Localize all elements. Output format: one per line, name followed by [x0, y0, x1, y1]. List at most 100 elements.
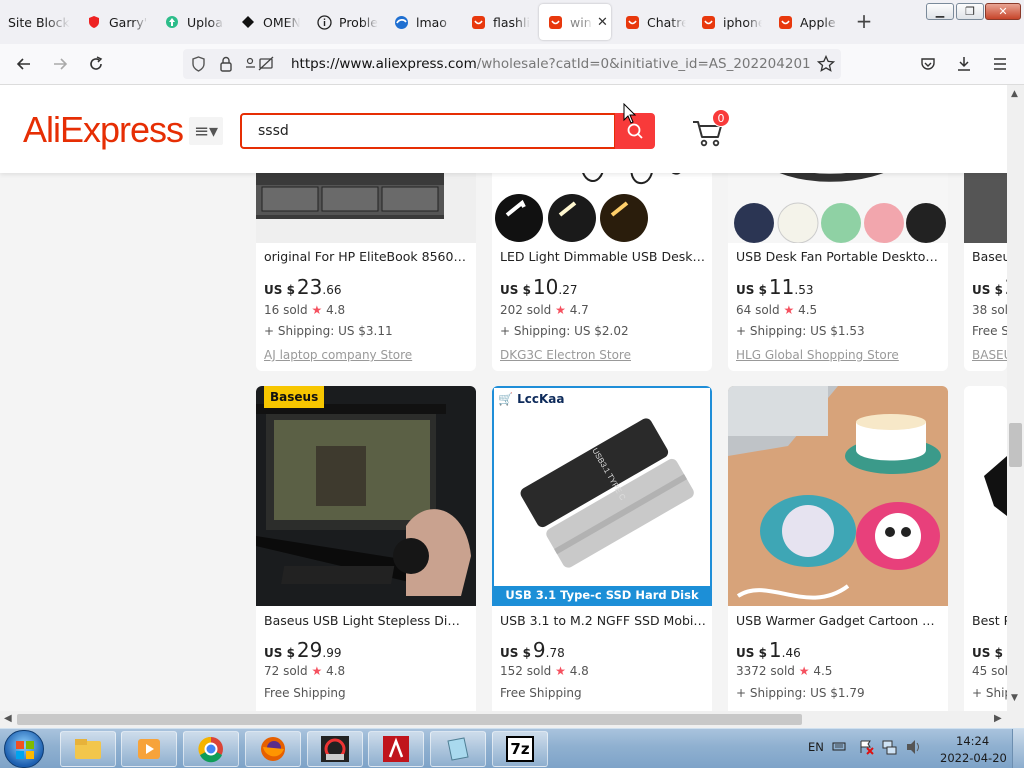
product-card[interactable]: USB Warmer Gadget Cartoon Silic... US $1… [728, 386, 948, 711]
search-input[interactable]: sssd [240, 113, 616, 149]
product-card[interactable]: USB Desk Fan Portable Desktop Ta... US $… [728, 145, 948, 371]
mouse-cursor-icon [623, 103, 637, 124]
vertical-scroll-thumb[interactable] [1009, 423, 1022, 467]
price-decimal: .78 [545, 646, 565, 660]
product-card[interactable]: Baseu US $2 38 sol Free S BASEU [964, 145, 1007, 371]
product-card[interactable]: LED Light Dimmable USB Desk La... US $10… [492, 145, 712, 371]
price-currency: US $ [736, 283, 767, 297]
tab-upload[interactable]: Upload [164, 4, 224, 40]
aliexpress-logo[interactable]: AliExpress [23, 109, 184, 151]
forward-arrow-icon[interactable] [48, 52, 72, 76]
action-center-flag-icon[interactable] [858, 739, 874, 755]
product-card[interactable]: Baseus Baseus USB Light Stepless Dimmin.… [256, 386, 476, 711]
sold-count: 45 sol [972, 664, 1007, 678]
tab-apple[interactable]: Apple [777, 4, 839, 40]
scroll-right-icon[interactable]: ▶ [994, 713, 1002, 724]
permissions-icon[interactable] [245, 56, 275, 72]
volume-icon[interactable] [905, 739, 923, 755]
store-link[interactable]: AJ laptop company Store [264, 348, 474, 362]
pocket-icon[interactable] [916, 52, 940, 76]
product-image[interactable] [964, 386, 1007, 606]
shipping-info: + Shipping: US $1.79 [736, 686, 865, 700]
close-window-button[interactable]: ✕ [985, 3, 1021, 20]
horizontal-scrollbar[interactable]: ◀ ▶ [0, 711, 1024, 728]
tracking-shield-icon[interactable] [191, 56, 206, 72]
product-image[interactable] [728, 386, 948, 606]
shipping-info: Free S [972, 324, 1007, 338]
app-b-icon[interactable] [368, 731, 424, 767]
app-a-icon[interactable] [307, 731, 363, 767]
maximize-button[interactable]: ❐ [956, 3, 984, 20]
product-title[interactable]: Baseu [972, 249, 1007, 264]
product-title[interactable]: Best P [972, 613, 1007, 628]
firefox-icon[interactable] [245, 731, 301, 767]
chrome-icon[interactable] [183, 731, 239, 767]
url-path: /wholesale?catId=0&initiative_id=AS_2022… [476, 56, 811, 72]
hamburger-menu-icon[interactable] [988, 52, 1012, 76]
rating: 4.8 [326, 303, 346, 317]
reload-icon[interactable] [84, 52, 108, 76]
tab-flashlight[interactable]: flashlight [470, 4, 530, 40]
back-arrow-icon[interactable] [12, 52, 36, 76]
keyboard-icon[interactable] [832, 739, 846, 753]
address-bar[interactable]: https://www.aliexpress.com/wholesale?cat… [183, 49, 841, 79]
clock-time[interactable]: 14:24 [956, 734, 989, 748]
close-tab-icon[interactable]: ✕ [597, 15, 611, 30]
category-menu-icon[interactable]: ≡▾ [189, 117, 223, 145]
product-title[interactable]: original For HP EliteBook 8560W to... [264, 249, 470, 264]
scroll-up-icon[interactable]: ▲ [1011, 89, 1018, 99]
price-decimal: .99 [322, 646, 342, 660]
product-image[interactable]: 🛒 LccKaa USB3.1 TYPE C USB 3.1 Type-c SS… [492, 386, 712, 606]
file-explorer-icon[interactable] [60, 731, 116, 767]
new-tab-button[interactable]: + [854, 10, 874, 32]
horizontal-scroll-thumb[interactable] [17, 714, 802, 725]
tab-garrys[interactable]: Garry's [86, 4, 148, 40]
product-title[interactable]: Baseus USB Light Stepless Dimmin... [264, 613, 470, 628]
product-title[interactable]: USB 3.1 to M.2 NGFF SSD Mobile H... [500, 613, 706, 628]
scroll-down-icon[interactable]: ▼ [1011, 693, 1018, 703]
store-link[interactable]: HLG Global Shopping Store [736, 348, 946, 362]
shipping-info: + Shipping: US $3.11 [264, 324, 393, 338]
url-host: https://www.aliexpress.com [291, 56, 477, 72]
product-title[interactable]: USB Desk Fan Portable Desktop Ta... [736, 249, 942, 264]
clock-date[interactable]: 2022-04-20 [940, 751, 1007, 765]
sold-count: 38 sol [972, 303, 1007, 317]
show-desktop-button[interactable] [1012, 729, 1024, 768]
product-meta: 152 sold ★ 4.8 [500, 664, 589, 678]
url-text[interactable]: https://www.aliexpress.com/wholesale?cat… [291, 56, 811, 72]
tab-lmao[interactable]: lmao [393, 4, 455, 40]
product-card[interactable]: 🛒 LccKaa USB3.1 TYPE C USB 3.1 Type-c SS… [492, 386, 712, 711]
tab-label: win [570, 14, 592, 30]
windows-start-icon[interactable] [4, 730, 44, 768]
store-link[interactable]: BASEU [972, 348, 1007, 362]
bookmark-star-icon[interactable] [817, 55, 835, 73]
sold-count: 152 sold [500, 664, 552, 678]
downloads-icon[interactable] [952, 52, 976, 76]
notepad-icon[interactable] [430, 731, 486, 767]
media-player-icon[interactable] [121, 731, 177, 767]
lock-icon[interactable] [219, 56, 233, 72]
tab-site-blocking[interactable]: Site Blocking [8, 4, 70, 40]
product-title[interactable]: USB Warmer Gadget Cartoon Silic... [736, 613, 942, 628]
tab-win-active[interactable]: win ✕ [539, 4, 611, 40]
vertical-scrollbar[interactable]: ▲ ▼ [1007, 85, 1024, 711]
product-card[interactable]: Best P US $1 45 sol + Ship [964, 386, 1007, 711]
aliexpress-icon [470, 14, 486, 30]
product-card[interactable]: original For HP EliteBook 8560W to... US… [256, 145, 476, 371]
7zip-icon[interactable]: 7z [492, 731, 548, 767]
network-icon[interactable] [882, 739, 898, 755]
star-icon: ★ [798, 664, 810, 678]
tab-chatre[interactable]: Chatre [624, 4, 686, 40]
tab-problem[interactable]: Problem [316, 4, 378, 40]
product-title[interactable]: LED Light Dimmable USB Desk La... [500, 249, 706, 264]
language-indicator[interactable]: EN [808, 740, 824, 754]
tab-iphone[interactable]: iphone [700, 4, 762, 40]
aliexpress-icon [624, 14, 640, 30]
scroll-left-icon[interactable]: ◀ [4, 713, 12, 724]
image-banner: USB 3.1 Type-c SSD Hard Disk Box [494, 586, 710, 604]
tab-omen[interactable]: OMEN [240, 4, 300, 40]
product-price: US $1 [972, 638, 1007, 662]
product-image[interactable]: Baseus [256, 386, 476, 606]
store-link[interactable]: DKG3C Electron Store [500, 348, 710, 362]
minimize-button[interactable]: ▁ [926, 3, 954, 20]
